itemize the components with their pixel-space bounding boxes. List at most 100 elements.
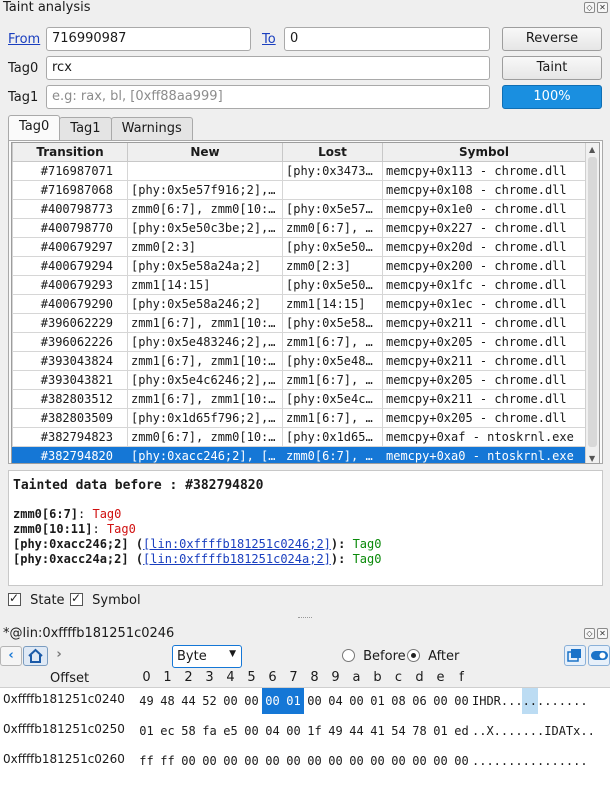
taint-button[interactable]: Taint — [502, 56, 602, 80]
table-row[interactable]: #382803512 zmm1[6:7], zmm1[10:… [phy:0x5e4… — [12, 388, 586, 409]
cell-symbol[interactable]: memcpy+0x205 - chrome.dll — [382, 331, 586, 352]
cell-symbol[interactable]: memcpy+0x113 - chrome.dll — [382, 160, 586, 181]
col-symbol[interactable]: Symbol — [382, 143, 586, 162]
state-checkbox[interactable]: State — [8, 591, 65, 608]
table-row[interactable]: #393043821 [phy:0x5e4c6246;2],… zmm1[6:7],… — [12, 369, 586, 390]
cell-symbol[interactable]: memcpy+0x205 - chrome.dll — [382, 369, 586, 390]
cell-new[interactable]: [phy:0x5e58a246;2] — [127, 293, 283, 314]
cell-new[interactable]: zmm1[6:7], zmm1[10:… — [127, 388, 283, 409]
hex-byte[interactable]: 48 — [157, 688, 178, 714]
cell-lost[interactable]: [phy:0x3473… — [282, 160, 383, 181]
hex-byte[interactable]: 01 — [283, 688, 304, 714]
from-input[interactable]: 716990987 — [46, 27, 251, 51]
cell-transition[interactable]: #400679293 — [12, 274, 128, 295]
scroll-thumb[interactable] — [588, 157, 597, 447]
hex-byte[interactable]: 00 — [346, 748, 367, 774]
table-row[interactable]: #400679294 [phy:0x5e58a24a;2] zmm0[2:3] mem… — [12, 255, 586, 276]
cell-new[interactable]: [phy:0x5e50c3be;2],… — [127, 217, 283, 238]
hex-byte[interactable]: 00 — [220, 748, 241, 774]
cell-lost[interactable]: [phy:0x5e48… — [282, 350, 383, 371]
before-radio-icon[interactable] — [342, 649, 355, 662]
cell-symbol[interactable]: memcpy+0x211 - chrome.dll — [382, 312, 586, 333]
reverse-button[interactable]: Reverse — [502, 27, 602, 51]
hex-byte[interactable]: ec — [157, 718, 178, 744]
cell-lost[interactable]: [phy:0x5e50… — [282, 274, 383, 295]
hex-ascii[interactable]: ..X.......IDATx.. — [472, 718, 595, 744]
cell-lost[interactable]: zmm0[6:7], … — [282, 445, 383, 463]
hex-byte[interactable]: 00 — [409, 748, 430, 774]
tag0-input[interactable]: rcx — [46, 56, 490, 80]
cell-transition[interactable]: #396062226 — [12, 331, 128, 352]
hex-byte[interactable]: 04 — [262, 718, 283, 744]
cell-transition[interactable]: #400679297 — [12, 236, 128, 257]
cell-new[interactable]: zmm1[6:7], zmm1[10:… — [127, 312, 283, 333]
table-row[interactable]: #382803509 [phy:0x1d65f796;2],… zmm1[6:7],… — [12, 407, 586, 428]
hex-byte[interactable]: ff — [157, 748, 178, 774]
to-link[interactable]: To — [262, 32, 276, 47]
cell-new[interactable]: zmm0[6:7], zmm0[10:… — [127, 426, 283, 447]
hex-byte[interactable]: ff — [136, 748, 157, 774]
cell-new[interactable]: zmm0[2:3] — [127, 236, 283, 257]
table-row[interactable]: #382794823 zmm0[6:7], zmm0[10:… [phy:0x1d6… — [12, 426, 586, 447]
after-radio[interactable]: After — [407, 649, 459, 664]
hex-ascii[interactable]: ................ — [472, 748, 588, 774]
cell-symbol[interactable]: memcpy+0x1ec - chrome.dll — [382, 293, 586, 314]
table-row[interactable]: #716987068 [phy:0x5e57f916;2],… memcpy+0x1… — [12, 179, 586, 200]
col-new[interactable]: New — [127, 143, 283, 162]
home-icon[interactable] — [23, 646, 48, 666]
cell-lost[interactable]: zmm1[6:7], … — [282, 407, 383, 428]
hex-byte[interactable]: 00 — [451, 748, 472, 774]
tab-tag0[interactable]: Tag0 — [8, 115, 61, 141]
close-icon[interactable]: ✕ — [597, 2, 608, 13]
cell-symbol[interactable]: memcpy+0x200 - chrome.dll — [382, 255, 586, 276]
back-icon[interactable]: ‹ — [0, 646, 22, 666]
cell-lost[interactable]: zmm1[6:7], … — [282, 331, 383, 352]
cell-symbol[interactable]: memcpy+0x1e0 - chrome.dll — [382, 198, 586, 219]
hex-byte[interactable]: fa — [199, 718, 220, 744]
dropdown-arrow-icon[interactable]: ▼ — [229, 649, 236, 659]
hex-byte[interactable]: 00 — [262, 748, 283, 774]
cell-lost[interactable] — [282, 179, 383, 200]
to-input[interactable]: 0 — [284, 27, 490, 51]
hex-byte[interactable]: 00 — [304, 748, 325, 774]
cell-lost[interactable]: zmm0[6:7], … — [282, 217, 383, 238]
scroll-up-icon[interactable]: ▲ — [589, 145, 595, 154]
cell-transition[interactable]: #382803512 — [12, 388, 128, 409]
hex-byte[interactable]: 00 — [430, 748, 451, 774]
table-row[interactable]: #400798773 zmm0[6:7], zmm0[10:… [phy:0x5e5… — [12, 198, 586, 219]
cell-new[interactable]: [phy:0x1d65f796;2],… — [127, 407, 283, 428]
cell-symbol[interactable]: memcpy+0x211 - chrome.dll — [382, 350, 586, 371]
hex-byte[interactable]: 44 — [178, 688, 199, 714]
hex-byte[interactable]: 58 — [178, 718, 199, 744]
hex-byte[interactable]: 00 — [220, 688, 241, 714]
cell-transition[interactable]: #393043824 — [12, 350, 128, 371]
memory-link[interactable]: [lin:0xffffb181251c024a;2] — [143, 552, 331, 566]
scroll-down-icon[interactable]: ▼ — [589, 454, 595, 463]
hex-byte[interactable]: ed — [451, 718, 472, 744]
sync-icon[interactable] — [564, 645, 586, 666]
cell-transition[interactable]: #400679294 — [12, 255, 128, 276]
hex-byte[interactable]: 01 — [136, 718, 157, 744]
cell-new[interactable]: [phy:0x5e4c6246;2],… — [127, 369, 283, 390]
cell-lost[interactable]: zmm1[14:15] — [282, 293, 383, 314]
hex-byte[interactable]: e5 — [220, 718, 241, 744]
hex-byte[interactable]: 00 — [388, 748, 409, 774]
cell-transition[interactable]: #400798773 — [12, 198, 128, 219]
hex-byte[interactable]: 54 — [388, 718, 409, 744]
cell-symbol[interactable]: memcpy+0x20d - chrome.dll — [382, 236, 586, 257]
cell-new[interactable]: zmm0[6:7], zmm0[10:… — [127, 198, 283, 219]
table-row[interactable]: #400679293 zmm1[14:15] [phy:0x5e50… memcpy+… — [12, 274, 586, 295]
table-row[interactable]: #400679297 zmm0[2:3] [phy:0x5e50… memcpy+0x… — [12, 236, 586, 257]
cell-transition[interactable]: #393043821 — [12, 369, 128, 390]
symbol-checkbox[interactable]: Symbol — [70, 591, 141, 608]
hex-byte[interactable]: 41 — [367, 718, 388, 744]
cell-new[interactable]: [phy:0x5e58a24a;2] — [127, 255, 283, 276]
hex-byte[interactable]: 00 — [367, 748, 388, 774]
float-icon[interactable]: ◇ — [584, 628, 595, 639]
cell-new[interactable]: [phy:0xacc246;2], [… — [127, 445, 283, 463]
hex-byte[interactable]: 00 — [304, 688, 325, 714]
hex-byte[interactable]: 00 — [283, 718, 304, 744]
from-link[interactable]: From — [8, 32, 40, 47]
hex-byte[interactable]: 00 — [283, 748, 304, 774]
hex-byte[interactable]: 00 — [178, 748, 199, 774]
